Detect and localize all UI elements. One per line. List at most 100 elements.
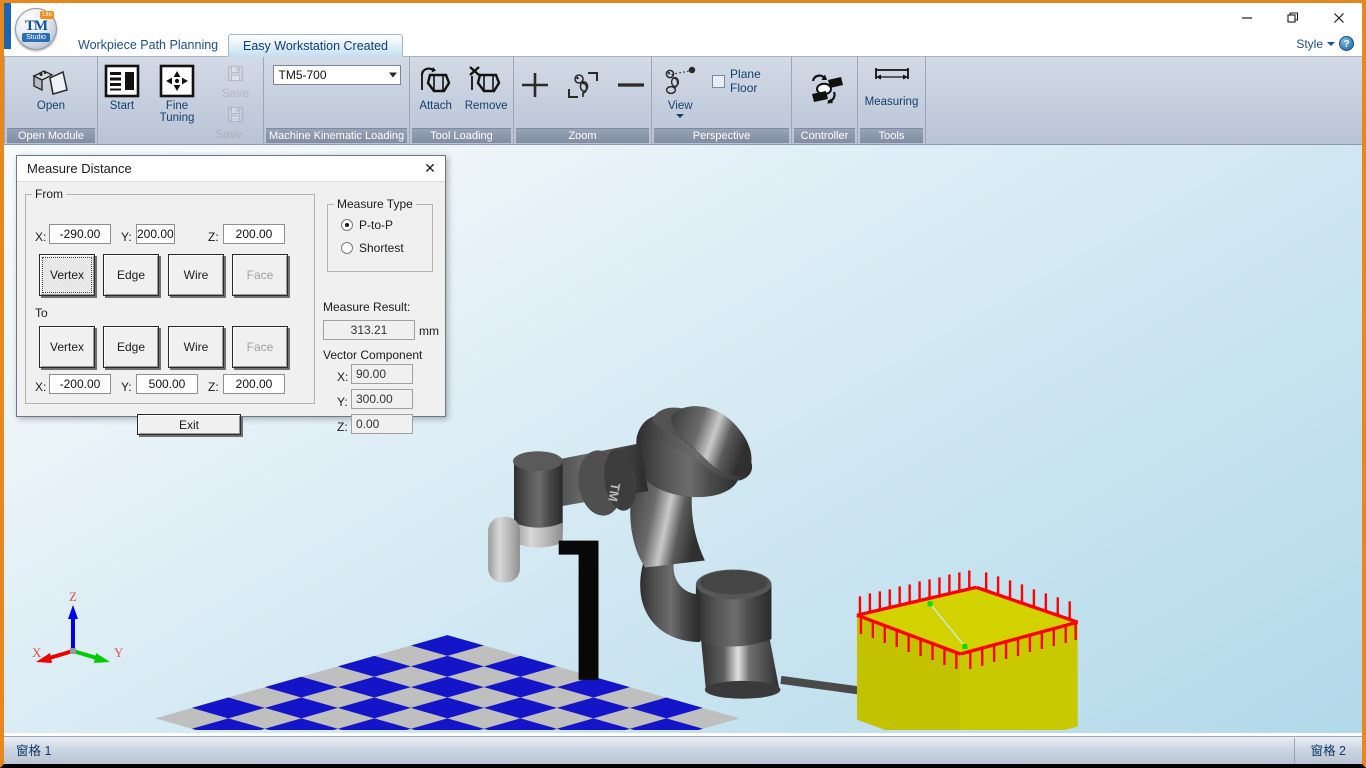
- from-y-input[interactable]: 200.00: [136, 224, 175, 244]
- plane-floor-label: Plane Floor: [730, 67, 761, 95]
- close-button[interactable]: [1316, 3, 1362, 33]
- ribbon-group-label-perspective: Perspective: [654, 128, 789, 143]
- status-cell-left[interactable]: 窗格 1: [4, 738, 63, 764]
- zoom-in-button[interactable]: [515, 67, 555, 105]
- vector-z-value: 0.00: [351, 414, 413, 434]
- start-button[interactable]: Start: [100, 61, 144, 115]
- from-face-button[interactable]: Face: [232, 254, 288, 296]
- measure-point-from: [927, 601, 933, 607]
- measure-result-value: 313.21: [323, 320, 415, 340]
- ribbon-group-label-controller: Controller: [794, 128, 855, 143]
- measure-type-p-to-p-label: P-to-P: [359, 218, 394, 232]
- from-z-input[interactable]: 200.00: [223, 224, 285, 244]
- view-button[interactable]: View: [654, 61, 706, 121]
- machine-model-select[interactable]: TM5-700: [272, 65, 401, 85]
- dialog-title-bar: Measure Distance ✕: [17, 156, 445, 182]
- to-edge-button[interactable]: Edge: [103, 326, 159, 368]
- ribbon-group-perspective: View Plane Floor Perspective: [652, 57, 792, 143]
- vector-z-label: Z:: [337, 420, 348, 434]
- ribbon-group-label-open-module: Open Module: [7, 128, 95, 143]
- minimize-button[interactable]: [1224, 3, 1270, 33]
- to-legend: To: [35, 306, 48, 320]
- from-wire-button[interactable]: Wire: [168, 254, 224, 296]
- exit-button[interactable]: Exit: [137, 414, 241, 435]
- axis-label-y: Y: [114, 645, 124, 660]
- zoom-in-plus-icon: [521, 73, 548, 97]
- ribbon-group-label-tools: Tools: [860, 128, 923, 143]
- measure-result-unit: mm: [419, 324, 439, 338]
- chevron-down-icon: [1327, 41, 1335, 46]
- status-cell-right[interactable]: 窗格 2: [1293, 737, 1362, 764]
- style-menu[interactable]: Style ?: [1296, 36, 1354, 51]
- workpiece-box: [856, 570, 1079, 730]
- open-button-label: Open: [36, 100, 66, 112]
- machine-model-value: TM5-700: [278, 68, 327, 82]
- axis-gizmo: Z X Y: [32, 589, 124, 663]
- save-icon: [227, 65, 244, 82]
- from-z-label: Z:: [208, 230, 219, 244]
- to-vertex-button[interactable]: Vertex: [39, 326, 95, 368]
- plane-floor-checkbox[interactable]: Plane Floor: [712, 67, 789, 95]
- zoom-out-minus-icon: [617, 83, 644, 87]
- maximize-restore-button[interactable]: [1270, 3, 1316, 33]
- from-vertex-button[interactable]: Vertex: [39, 254, 95, 296]
- ribbon-tab-strip: Workpiece Path Planning Easy Workstation…: [4, 33, 1362, 57]
- from-edge-button[interactable]: Edge: [103, 254, 159, 296]
- measuring-button[interactable]: Measuring: [860, 61, 923, 111]
- ribbon-toolbar: Open Open Module Start Fine Tuning Save …: [4, 57, 1362, 172]
- save-button[interactable]: Save: [210, 63, 261, 102]
- from-legend: From: [32, 187, 66, 201]
- dialog-title: Measure Distance: [27, 161, 132, 176]
- save-as-icon: [227, 106, 244, 123]
- tab-workpiece-path-planning[interactable]: Workpiece Path Planning: [64, 34, 232, 57]
- start-button-label: Start: [109, 100, 135, 112]
- save-buttons-stack: Save Save As..: [210, 61, 261, 157]
- to-y-input[interactable]: 500.00: [136, 374, 198, 394]
- ribbon-group-tool-loading: Attach Remove Tool Loading: [410, 57, 514, 143]
- chevron-down-icon: [676, 114, 685, 118]
- axis-label-x: X: [32, 645, 42, 660]
- ribbon-group-label-zoom: Zoom: [516, 128, 649, 143]
- remove-tool-button[interactable]: Remove: [461, 61, 511, 115]
- ribbon-group-machine-kinematic-loading: TM5-700 Machine Kinematic Loading: [264, 57, 410, 143]
- open-button[interactable]: Open: [24, 61, 78, 115]
- dialog-close-button[interactable]: ✕: [415, 156, 445, 182]
- save-button-label: Save: [221, 86, 250, 100]
- ribbon-group-open-module: Open Open Module: [4, 57, 98, 143]
- measure-distance-dialog: Measure Distance ✕ From X: -290.00 Y: 20…: [16, 155, 446, 435]
- to-face-button[interactable]: Face: [232, 326, 288, 368]
- zoom-fit-button[interactable]: [563, 67, 603, 105]
- measure-type-shortest[interactable]: Shortest: [341, 241, 404, 255]
- ribbon-group-controller: Controller: [792, 57, 858, 143]
- measure-type-p-to-p[interactable]: P-to-P: [341, 218, 393, 232]
- vector-component-label: Vector Component: [323, 348, 423, 362]
- measuring-label: Measuring: [864, 96, 919, 108]
- app-logo-button[interactable]: TM Studio Lite: [15, 8, 57, 50]
- title-bar: [4, 3, 1362, 33]
- measure-type-legend: Measure Type: [334, 197, 416, 211]
- vector-y-value: 300.00: [351, 389, 413, 409]
- attach-tool-button[interactable]: Attach: [412, 61, 459, 115]
- svg-text:TM: TM: [605, 482, 623, 503]
- axis-label-z: Z: [69, 589, 77, 604]
- measure-type-shortest-label: Shortest: [359, 241, 404, 255]
- vector-x-label: X:: [337, 370, 349, 384]
- layout-start-icon: [104, 64, 140, 98]
- logo-studio-text: Studio: [22, 33, 50, 42]
- zoom-out-button[interactable]: [611, 67, 651, 105]
- window-controls: [1224, 3, 1362, 33]
- from-x-input[interactable]: -290.00: [49, 224, 111, 244]
- open-folder-icon: [32, 70, 68, 95]
- controller-button[interactable]: [798, 69, 852, 111]
- tab-easy-workstation-created[interactable]: Easy Workstation Created: [228, 34, 403, 57]
- to-z-input[interactable]: 200.00: [223, 374, 285, 394]
- ribbon-group-zoom: Zoom: [514, 57, 652, 143]
- fine-tuning-button[interactable]: Fine Tuning: [146, 61, 208, 127]
- help-icon[interactable]: ?: [1339, 36, 1354, 51]
- checkbox-box-icon: [712, 74, 726, 88]
- checkerboard-floor: [155, 635, 740, 730]
- to-x-input[interactable]: -200.00: [49, 374, 111, 394]
- robot-arm: TM: [488, 406, 884, 699]
- to-wire-button[interactable]: Wire: [168, 326, 224, 368]
- radio-selected-icon: [341, 219, 353, 231]
